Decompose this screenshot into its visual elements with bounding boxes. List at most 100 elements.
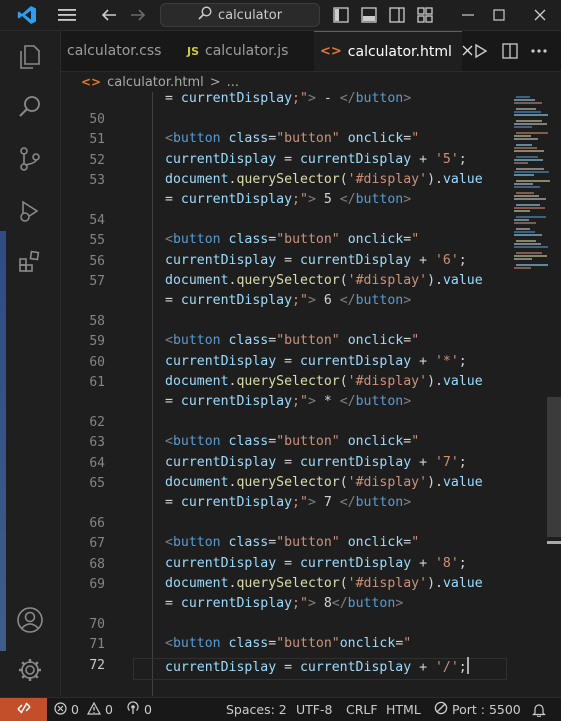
minimap-line bbox=[514, 234, 542, 236]
forward-arrow-icon[interactable] bbox=[127, 5, 149, 25]
indentation-status[interactable]: Spaces: 2 bbox=[226, 698, 287, 721]
run-debug-icon[interactable] bbox=[14, 196, 46, 228]
run-icon[interactable] bbox=[471, 41, 491, 61]
code-token: onclick bbox=[339, 636, 396, 652]
code-token: currentDisplay bbox=[180, 394, 293, 409]
maximize-icon[interactable] bbox=[489, 5, 509, 25]
line-number: 53 bbox=[89, 172, 105, 188]
code-token: + bbox=[411, 151, 435, 167]
tab-calculator-css[interactable]: calculator.css bbox=[61, 31, 171, 71]
code-token: button bbox=[172, 434, 221, 450]
code-line: currentDisplay = currentDisplay + '/'; bbox=[165, 656, 469, 675]
minimap-line bbox=[514, 219, 529, 221]
code-token: currentDisplay bbox=[299, 555, 412, 571]
code-token: document bbox=[165, 171, 229, 187]
code-line-wrap: = currentDisplay;"> 7 </button> bbox=[165, 495, 411, 510]
code-token: button bbox=[355, 92, 404, 106]
ports-indicator[interactable]: 0 bbox=[126, 698, 152, 721]
code-token: '#display' bbox=[347, 474, 428, 490]
code-token: + bbox=[411, 659, 435, 675]
minimap-line bbox=[516, 144, 532, 146]
search-icon bbox=[198, 6, 212, 24]
code-token: = bbox=[165, 596, 181, 611]
code-token: currentDisplay bbox=[299, 659, 412, 675]
split-editor-icon[interactable] bbox=[500, 41, 520, 61]
code-token: ;" bbox=[292, 293, 308, 308]
line-number: 67 bbox=[89, 536, 105, 552]
eol-status[interactable]: CRLF bbox=[346, 698, 378, 721]
vscode-logo-icon bbox=[16, 5, 38, 25]
code-token: </ bbox=[339, 293, 356, 308]
minimap[interactable] bbox=[512, 92, 552, 696]
code-token: " bbox=[411, 333, 420, 349]
code-line-wrap: = currentDisplay;"> 6 </button> bbox=[165, 293, 411, 308]
close-icon[interactable] bbox=[530, 5, 550, 25]
code-token: = bbox=[276, 659, 300, 675]
more-actions-icon[interactable] bbox=[529, 41, 549, 61]
remote-indicator[interactable] bbox=[0, 698, 47, 721]
minimap-line bbox=[514, 222, 536, 224]
code-token: '/' bbox=[434, 659, 459, 675]
code-token: ;" bbox=[292, 192, 308, 207]
line-number: 51 bbox=[89, 132, 105, 148]
toggle-sidebar-icon[interactable] bbox=[331, 5, 351, 25]
back-arrow-icon[interactable] bbox=[98, 5, 120, 25]
code-token: button bbox=[172, 333, 221, 349]
code-editor[interactable]: = currentDisplay;"> - </button> 50 51 <butt… bbox=[61, 92, 561, 696]
code-token: querySelector bbox=[236, 575, 340, 591]
toggle-panel-icon[interactable] bbox=[359, 5, 379, 25]
explorer-icon[interactable] bbox=[14, 41, 46, 73]
code-token: '7' bbox=[434, 454, 459, 470]
minimap-line bbox=[514, 126, 532, 128]
minimap-line bbox=[514, 243, 541, 245]
tab-calculator-html[interactable]: <> calculator.html bbox=[314, 31, 473, 71]
code-token: currentDisplay bbox=[165, 659, 277, 675]
problems-indicator[interactable]: 0 0 bbox=[54, 698, 113, 721]
toggle-secondary-sidebar-icon[interactable] bbox=[387, 5, 407, 25]
bell-icon[interactable] bbox=[532, 698, 546, 721]
minimap-line bbox=[514, 111, 541, 113]
code-token: </ bbox=[339, 92, 356, 106]
code-token: button bbox=[355, 293, 404, 308]
encoding-status[interactable]: UTF-8 bbox=[296, 698, 332, 721]
code-line: document.querySelector('#display').value bbox=[165, 576, 483, 591]
line-number: 69 bbox=[89, 576, 105, 592]
line-number: 59 bbox=[89, 334, 105, 350]
code-token: > bbox=[307, 293, 316, 308]
menu-icon[interactable] bbox=[56, 5, 78, 25]
minimap-line bbox=[514, 186, 540, 188]
line-number: 64 bbox=[89, 455, 105, 471]
live-server-port[interactable]: Port : 5500 bbox=[434, 698, 521, 721]
account-icon[interactable] bbox=[14, 604, 46, 636]
breadcrumb-more[interactable]: ... bbox=[227, 75, 239, 90]
extensions-icon[interactable] bbox=[14, 246, 46, 278]
code-token: "button" bbox=[276, 636, 340, 652]
tab-calculator-js[interactable]: JS calculator.js bbox=[181, 31, 306, 71]
code-token: currentDisplay bbox=[180, 596, 293, 611]
settings-gear-icon[interactable] bbox=[14, 654, 46, 686]
code-token: ;" bbox=[292, 92, 308, 106]
customize-layout-icon[interactable] bbox=[415, 5, 435, 25]
minimap-line bbox=[514, 174, 534, 176]
breadcrumb-file[interactable]: calculator.html bbox=[107, 75, 204, 90]
code-token: querySelector bbox=[236, 373, 340, 389]
vertical-scrollbar[interactable] bbox=[547, 92, 561, 696]
language-mode-status[interactable]: HTML bbox=[386, 698, 421, 721]
code-token: </ bbox=[339, 192, 356, 207]
code-token: button bbox=[172, 131, 221, 147]
code-token: currentDisplay bbox=[299, 151, 412, 167]
minimize-icon[interactable] bbox=[458, 5, 478, 25]
code-token: < bbox=[165, 333, 173, 349]
scrollbar-thumb[interactable] bbox=[547, 397, 561, 537]
title-bar: calculator bbox=[0, 0, 561, 31]
code-token: onclick bbox=[347, 535, 404, 551]
command-center-search[interactable]: calculator bbox=[160, 3, 320, 27]
source-control-icon[interactable] bbox=[14, 143, 46, 175]
minimap-line bbox=[516, 216, 546, 218]
search-icon[interactable] bbox=[14, 91, 46, 123]
code-token: = bbox=[165, 394, 181, 409]
code-token: value bbox=[442, 171, 483, 187]
line-number: 58 bbox=[89, 314, 105, 330]
